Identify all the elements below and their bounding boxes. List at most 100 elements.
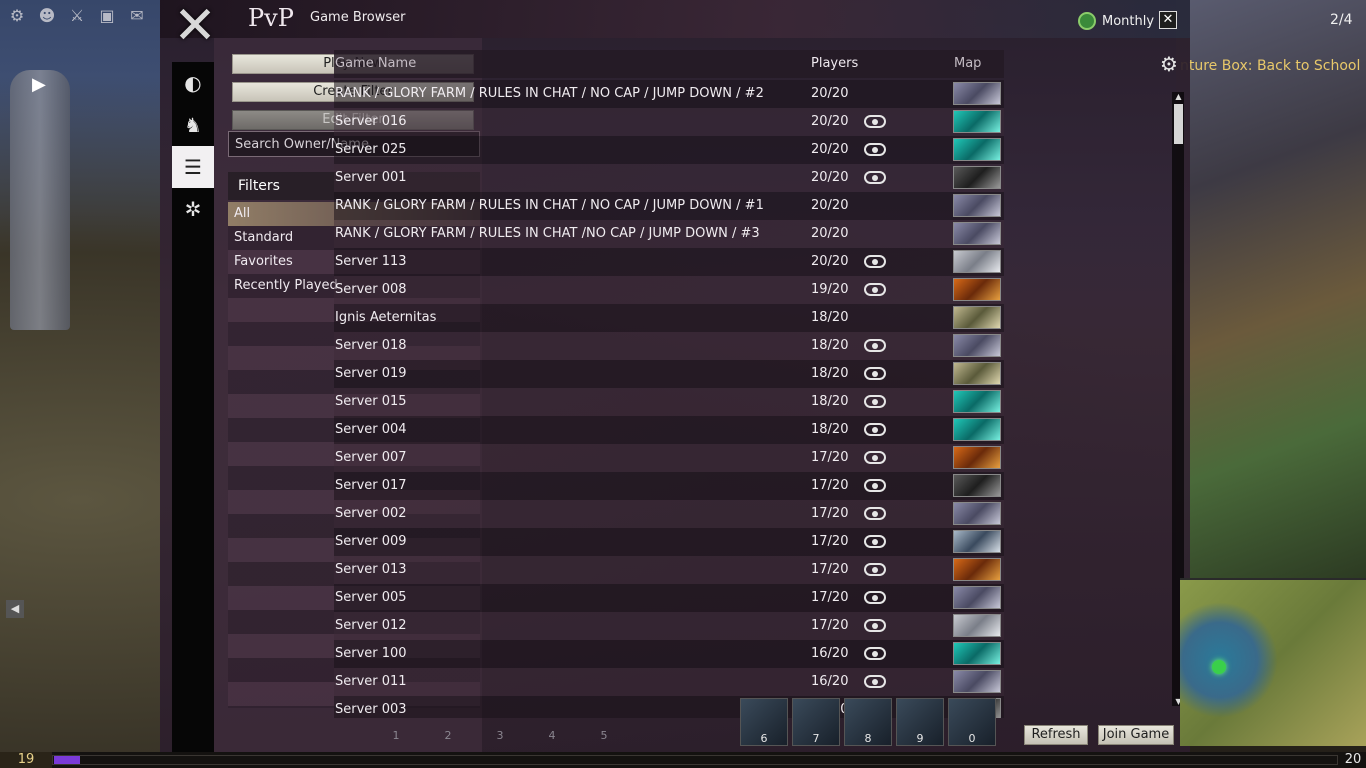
table-header: Game Name Players Map <box>334 50 1004 78</box>
collapse-tab-icon[interactable]: ◀ <box>6 600 24 618</box>
player-count: 17/20 <box>811 590 849 605</box>
scrollbar-thumb[interactable] <box>1174 104 1183 144</box>
table-row[interactable]: Server 018 18/20 <box>334 332 1004 360</box>
scene-statue <box>10 70 70 330</box>
spectate-eye-icon[interactable] <box>864 255 886 268</box>
tab-game-browser[interactable]: ☰ <box>172 146 214 188</box>
table-row[interactable]: Server 004 18/20 <box>334 416 1004 444</box>
utility-skill-icon[interactable]: 8 <box>844 698 892 746</box>
spectate-eye-icon[interactable] <box>864 563 886 576</box>
player-count: 20/20 <box>811 198 849 213</box>
next-level: 20 <box>1344 752 1362 767</box>
tab-builds[interactable]: ✲ <box>172 188 214 230</box>
skill-slot-key[interactable]: 1 <box>370 722 422 750</box>
spectate-eye-icon[interactable] <box>864 367 886 380</box>
table-row[interactable]: Server 113 20/20 <box>334 248 1004 276</box>
table-row[interactable]: Server 016 20/20 <box>334 108 1004 136</box>
table-row[interactable]: Server 008 19/20 <box>334 276 1004 304</box>
game-name: RANK / GLORY FARM / RULES IN CHAT / NO C… <box>335 86 764 101</box>
elite-skill-icon[interactable]: 0 <box>948 698 996 746</box>
spectate-eye-icon[interactable] <box>864 479 886 492</box>
table-row[interactable]: RANK / GLORY FARM / RULES IN CHAT /NO CA… <box>334 220 1004 248</box>
spectate-eye-icon[interactable] <box>864 115 886 128</box>
experience-track <box>52 755 1338 765</box>
skill-slot-key[interactable]: 5 <box>578 722 630 750</box>
game-name: Server 025 <box>335 142 407 157</box>
scroll-up-icon[interactable]: ▲ <box>1174 92 1183 101</box>
wvw-icon[interactable]: ⚔ <box>66 6 88 26</box>
close-button[interactable]: ✕ <box>1159 11 1177 29</box>
column-header-name[interactable]: Game Name <box>335 50 416 78</box>
window-title: PvP <box>248 4 294 32</box>
spectate-eye-icon[interactable] <box>864 619 886 632</box>
monthly-toggle[interactable]: Monthly <box>1078 12 1154 30</box>
table-settings-gear-icon[interactable]: ⚙ <box>1160 52 1178 76</box>
game-name: RANK / GLORY FARM / RULES IN CHAT /NO CA… <box>335 226 760 241</box>
table-row[interactable]: Server 015 18/20 <box>334 388 1004 416</box>
skill-slot-key[interactable]: 3 <box>474 722 526 750</box>
table-row[interactable]: Server 001 20/20 <box>334 164 1004 192</box>
table-row[interactable]: Server 100 16/20 <box>334 640 1004 668</box>
contacts-icon[interactable]: ☻ <box>36 6 58 26</box>
spectate-eye-icon[interactable] <box>864 423 886 436</box>
utility-skill-bar: 6 7 8 9 0 <box>740 698 996 746</box>
table-row[interactable]: RANK / GLORY FARM / RULES IN CHAT / NO C… <box>334 192 1004 220</box>
table-row[interactable]: Server 025 20/20 <box>334 136 1004 164</box>
game-name: Server 007 <box>335 450 407 465</box>
skill-slot-key[interactable]: 2 <box>422 722 474 750</box>
skill-slot-key[interactable]: 4 <box>526 722 578 750</box>
spectate-eye-icon[interactable] <box>864 647 886 660</box>
skill-key-label: 7 <box>812 732 820 745</box>
mail-icon[interactable]: ✉ <box>126 6 148 26</box>
map-thumbnail <box>953 670 1001 693</box>
achievement-tracker[interactable]: nture Box: Back to School <box>1180 58 1360 74</box>
spectate-eye-icon[interactable] <box>864 451 886 464</box>
player-count: 17/20 <box>811 478 849 493</box>
gear-icon[interactable]: ⚙ <box>6 6 28 26</box>
spectate-eye-icon[interactable] <box>864 591 886 604</box>
table-row[interactable]: Server 012 17/20 <box>334 612 1004 640</box>
monthly-icon <box>1078 12 1096 30</box>
table-row[interactable]: RANK / GLORY FARM / RULES IN CHAT / NO C… <box>334 80 1004 108</box>
spectate-eye-icon[interactable] <box>864 395 886 408</box>
utility-skill-icon[interactable]: 9 <box>896 698 944 746</box>
tab-locker[interactable]: ♞ <box>172 104 214 146</box>
skill-key-label: 6 <box>760 732 768 745</box>
table-row[interactable]: Ignis Aeternitas 18/20 <box>334 304 1004 332</box>
table-row[interactable]: Server 009 17/20 <box>334 528 1004 556</box>
player-count: 16/20 <box>811 674 849 689</box>
spectate-eye-icon[interactable] <box>864 535 886 548</box>
page-counter: 2/4 <box>1330 12 1353 28</box>
table-row[interactable]: Server 002 17/20 <box>334 500 1004 528</box>
spectate-eye-icon[interactable] <box>864 171 886 184</box>
player-count: 16/20 <box>811 646 849 661</box>
table-body: RANK / GLORY FARM / RULES IN CHAT / NO C… <box>334 80 1004 718</box>
refresh-button[interactable]: Refresh <box>1024 725 1088 745</box>
player-count: 20/20 <box>811 86 849 101</box>
heal-skill-icon[interactable]: 6 <box>740 698 788 746</box>
table-row[interactable]: Server 019 18/20 <box>334 360 1004 388</box>
table-row[interactable]: Server 013 17/20 <box>334 556 1004 584</box>
game-name: Server 004 <box>335 422 407 437</box>
weapon-skill-slots: 12345 <box>370 722 630 750</box>
map-thumbnail <box>953 418 1001 441</box>
spectate-eye-icon[interactable] <box>864 339 886 352</box>
table-row[interactable]: Server 011 16/20 <box>334 668 1004 696</box>
table-row[interactable]: Server 005 17/20 <box>334 584 1004 612</box>
inventory-icon[interactable]: ▣ <box>96 6 118 26</box>
spectate-eye-icon[interactable] <box>864 675 886 688</box>
utility-skill-icon[interactable]: 7 <box>792 698 840 746</box>
spectate-eye-icon[interactable] <box>864 507 886 520</box>
table-row[interactable]: Server 017 17/20 <box>334 472 1004 500</box>
join-game-button[interactable]: Join Game <box>1098 725 1174 745</box>
expand-arrow-icon[interactable]: ▶ <box>32 74 46 95</box>
minimap[interactable] <box>1180 578 1366 746</box>
player-count: 17/20 <box>811 534 849 549</box>
tab-overview[interactable]: ◐ <box>172 62 214 104</box>
table-row[interactable]: Server 007 17/20 <box>334 444 1004 472</box>
column-header-players[interactable]: Players <box>811 50 858 78</box>
spectate-eye-icon[interactable] <box>864 283 886 296</box>
map-thumbnail <box>953 138 1001 161</box>
column-header-map[interactable]: Map <box>954 50 981 78</box>
spectate-eye-icon[interactable] <box>864 143 886 156</box>
